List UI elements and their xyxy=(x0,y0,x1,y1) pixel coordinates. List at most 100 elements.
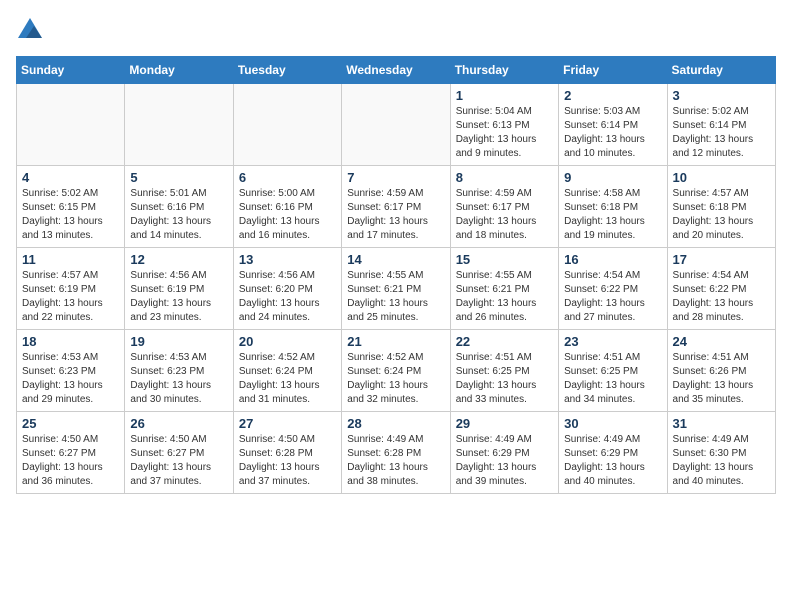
day-number: 21 xyxy=(347,334,444,349)
calendar-cell: 5 Sunrise: 5:01 AMSunset: 6:16 PMDaylight… xyxy=(125,166,233,248)
calendar-week-row: 1 Sunrise: 5:04 AMSunset: 6:13 PMDaylight… xyxy=(17,84,776,166)
day-number: 15 xyxy=(456,252,553,267)
day-info: Sunrise: 4:49 AMSunset: 6:28 PMDaylight:… xyxy=(347,433,444,489)
day-info: Sunrise: 4:51 AMSunset: 6:25 PMDaylight:… xyxy=(564,351,661,407)
day-number: 28 xyxy=(347,416,444,431)
day-number: 25 xyxy=(22,416,119,431)
day-info: Sunrise: 5:02 AMSunset: 6:15 PMDaylight:… xyxy=(22,187,119,243)
day-number: 14 xyxy=(347,252,444,267)
weekday-header-wednesday: Wednesday xyxy=(342,57,450,84)
day-info: Sunrise: 5:04 AMSunset: 6:13 PMDaylight:… xyxy=(456,105,553,161)
weekday-header-row: SundayMondayTuesdayWednesdayThursdayFrid… xyxy=(17,57,776,84)
day-info: Sunrise: 4:58 AMSunset: 6:18 PMDaylight:… xyxy=(564,187,661,243)
day-info: Sunrise: 4:50 AMSunset: 6:27 PMDaylight:… xyxy=(22,433,119,489)
day-number: 8 xyxy=(456,170,553,185)
calendar-cell: 10Sunrise: 4:57 AMSunset: 6:18 PMDayligh… xyxy=(667,166,775,248)
calendar-week-row: 25 Sunrise: 4:50 AMSunset: 6:27 PMDayligh… xyxy=(17,412,776,494)
day-number: 13 xyxy=(239,252,336,267)
calendar-cell xyxy=(125,84,233,166)
day-number: 24 xyxy=(673,334,770,349)
calendar-cell: 14 Sunrise: 4:55 AMSunset: 6:21 PMDayligh… xyxy=(342,248,450,330)
day-number: 27 xyxy=(239,416,336,431)
day-number: 3 xyxy=(673,88,770,103)
calendar-cell: 22Sunrise: 4:51 AMSunset: 6:25 PMDayligh… xyxy=(450,330,558,412)
weekday-header-tuesday: Tuesday xyxy=(233,57,341,84)
day-number: 29 xyxy=(456,416,553,431)
day-number: 18 xyxy=(22,334,119,349)
calendar-cell: 27 Sunrise: 4:50 AMSunset: 6:28 PMDayligh… xyxy=(233,412,341,494)
calendar-cell: 15Sunrise: 4:55 AMSunset: 6:21 PMDayligh… xyxy=(450,248,558,330)
weekday-header-sunday: Sunday xyxy=(17,57,125,84)
calendar-cell: 29 Sunrise: 4:49 AMSunset: 6:29 PMDayligh… xyxy=(450,412,558,494)
day-number: 31 xyxy=(673,416,770,431)
day-info: Sunrise: 4:56 AMSunset: 6:19 PMDaylight:… xyxy=(130,269,227,325)
day-info: Sunrise: 4:53 AMSunset: 6:23 PMDaylight:… xyxy=(22,351,119,407)
calendar-cell: 28 Sunrise: 4:49 AMSunset: 6:28 PMDayligh… xyxy=(342,412,450,494)
calendar-week-row: 18 Sunrise: 4:53 AMSunset: 6:23 PMDayligh… xyxy=(17,330,776,412)
calendar-cell xyxy=(233,84,341,166)
day-info: Sunrise: 4:57 AMSunset: 6:18 PMDaylight:… xyxy=(673,187,770,243)
day-info: Sunrise: 4:54 AMSunset: 6:22 PMDaylight:… xyxy=(673,269,770,325)
calendar-cell: 4 Sunrise: 5:02 AMSunset: 6:15 PMDaylight… xyxy=(17,166,125,248)
weekday-header-saturday: Saturday xyxy=(667,57,775,84)
day-info: Sunrise: 5:00 AMSunset: 6:16 PMDaylight:… xyxy=(239,187,336,243)
day-info: Sunrise: 5:01 AMSunset: 6:16 PMDaylight:… xyxy=(130,187,227,243)
weekday-header-thursday: Thursday xyxy=(450,57,558,84)
calendar-cell: 26Sunrise: 4:50 AMSunset: 6:27 PMDayligh… xyxy=(125,412,233,494)
day-info: Sunrise: 5:03 AMSunset: 6:14 PMDaylight:… xyxy=(564,105,661,161)
day-info: Sunrise: 4:59 AMSunset: 6:17 PMDaylight:… xyxy=(456,187,553,243)
day-number: 4 xyxy=(22,170,119,185)
weekday-header-friday: Friday xyxy=(559,57,667,84)
day-number: 23 xyxy=(564,334,661,349)
day-number: 1 xyxy=(456,88,553,103)
day-number: 7 xyxy=(347,170,444,185)
day-info: Sunrise: 4:50 AMSunset: 6:27 PMDaylight:… xyxy=(130,433,227,489)
calendar-week-row: 11 Sunrise: 4:57 AMSunset: 6:19 PMDayligh… xyxy=(17,248,776,330)
calendar-cell: 1 Sunrise: 5:04 AMSunset: 6:13 PMDaylight… xyxy=(450,84,558,166)
day-number: 6 xyxy=(239,170,336,185)
day-info: Sunrise: 4:49 AMSunset: 6:30 PMDaylight:… xyxy=(673,433,770,489)
calendar-cell: 2 Sunrise: 5:03 AMSunset: 6:14 PMDaylight… xyxy=(559,84,667,166)
day-number: 11 xyxy=(22,252,119,267)
day-info: Sunrise: 4:49 AMSunset: 6:29 PMDaylight:… xyxy=(564,433,661,489)
calendar-cell: 21Sunrise: 4:52 AMSunset: 6:24 PMDayligh… xyxy=(342,330,450,412)
day-number: 19 xyxy=(130,334,227,349)
calendar-cell: 31 Sunrise: 4:49 AMSunset: 6:30 PMDayligh… xyxy=(667,412,775,494)
day-info: Sunrise: 4:57 AMSunset: 6:19 PMDaylight:… xyxy=(22,269,119,325)
day-info: Sunrise: 4:53 AMSunset: 6:23 PMDaylight:… xyxy=(130,351,227,407)
day-info: Sunrise: 4:51 AMSunset: 6:26 PMDaylight:… xyxy=(673,351,770,407)
weekday-header-monday: Monday xyxy=(125,57,233,84)
day-number: 17 xyxy=(673,252,770,267)
day-number: 12 xyxy=(130,252,227,267)
logo xyxy=(16,16,48,44)
day-number: 2 xyxy=(564,88,661,103)
calendar-cell: 17 Sunrise: 4:54 AMSunset: 6:22 PMDayligh… xyxy=(667,248,775,330)
day-info: Sunrise: 4:50 AMSunset: 6:28 PMDaylight:… xyxy=(239,433,336,489)
calendar-cell: 9 Sunrise: 4:58 AMSunset: 6:18 PMDaylight… xyxy=(559,166,667,248)
calendar-cell: 8 Sunrise: 4:59 AMSunset: 6:17 PMDaylight… xyxy=(450,166,558,248)
day-number: 5 xyxy=(130,170,227,185)
day-info: Sunrise: 4:54 AMSunset: 6:22 PMDaylight:… xyxy=(564,269,661,325)
day-info: Sunrise: 4:49 AMSunset: 6:29 PMDaylight:… xyxy=(456,433,553,489)
day-number: 16 xyxy=(564,252,661,267)
day-number: 9 xyxy=(564,170,661,185)
calendar-cell xyxy=(342,84,450,166)
calendar-cell: 20Sunrise: 4:52 AMSunset: 6:24 PMDayligh… xyxy=(233,330,341,412)
calendar-cell: 6 Sunrise: 5:00 AMSunset: 6:16 PMDaylight… xyxy=(233,166,341,248)
calendar-cell: 25 Sunrise: 4:50 AMSunset: 6:27 PMDayligh… xyxy=(17,412,125,494)
page-header xyxy=(16,16,776,44)
calendar-cell: 12 Sunrise: 4:56 AMSunset: 6:19 PMDayligh… xyxy=(125,248,233,330)
calendar-cell: 11 Sunrise: 4:57 AMSunset: 6:19 PMDayligh… xyxy=(17,248,125,330)
calendar-cell: 24 Sunrise: 4:51 AMSunset: 6:26 PMDayligh… xyxy=(667,330,775,412)
day-number: 20 xyxy=(239,334,336,349)
calendar-cell: 13 Sunrise: 4:56 AMSunset: 6:20 PMDayligh… xyxy=(233,248,341,330)
calendar-cell: 19 Sunrise: 4:53 AMSunset: 6:23 PMDayligh… xyxy=(125,330,233,412)
calendar-cell: 7 Sunrise: 4:59 AMSunset: 6:17 PMDaylight… xyxy=(342,166,450,248)
day-info: Sunrise: 4:59 AMSunset: 6:17 PMDaylight:… xyxy=(347,187,444,243)
calendar-cell: 18 Sunrise: 4:53 AMSunset: 6:23 PMDayligh… xyxy=(17,330,125,412)
day-info: Sunrise: 4:55 AMSunset: 6:21 PMDaylight:… xyxy=(347,269,444,325)
calendar-cell: 30Sunrise: 4:49 AMSunset: 6:29 PMDayligh… xyxy=(559,412,667,494)
day-info: Sunrise: 4:56 AMSunset: 6:20 PMDaylight:… xyxy=(239,269,336,325)
calendar-cell xyxy=(17,84,125,166)
day-info: Sunrise: 4:51 AMSunset: 6:25 PMDaylight:… xyxy=(456,351,553,407)
